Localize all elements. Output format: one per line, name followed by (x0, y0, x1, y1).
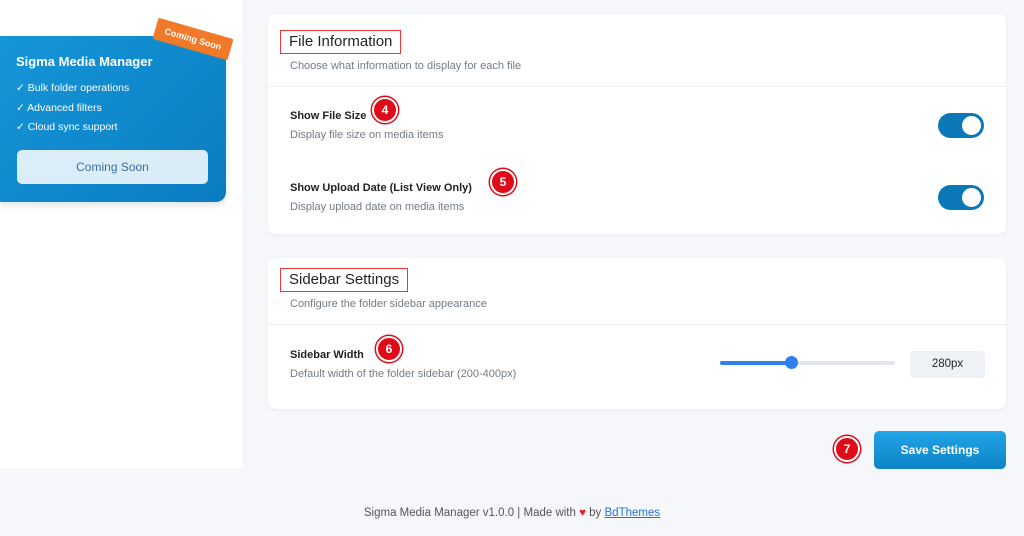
coming-soon-button[interactable]: Coming Soon (17, 150, 208, 184)
setting-sidebar-width: Sidebar Width Default width of the folde… (268, 325, 1006, 405)
promo-feature: ✓ Cloud sync support (16, 121, 118, 133)
promo-card: Sigma Media Manager ✓ Bulk folder operat… (0, 36, 226, 202)
card-description: Choose what information to display for e… (290, 60, 522, 72)
promo-feature: ✓ Advanced filters (16, 101, 102, 114)
save-settings-button[interactable]: Save Settings (874, 431, 1006, 469)
slider-fill (720, 361, 791, 365)
step-marker-5: 5 (490, 169, 516, 195)
show-upload-date-toggle[interactable] (938, 185, 984, 210)
step-marker-4: 4 (372, 97, 398, 123)
setting-description: Default width of the folder sidebar (200… (290, 368, 517, 380)
setting-description: Display file size on media items (290, 129, 444, 141)
card-title: File Information (280, 30, 402, 54)
file-information-card: File Information Choose what information… (268, 14, 1006, 234)
card-header: File Information Choose what information… (268, 14, 1006, 87)
card-title: Sidebar Settings (280, 268, 409, 292)
setting-description: Display upload date on media items (290, 201, 465, 213)
left-panel: Sigma Media Manager ✓ Bulk folder operat… (0, 0, 242, 468)
step-marker-6: 6 (376, 336, 402, 362)
sidebar-settings-card: Sidebar Settings Configure the folder si… (268, 258, 1006, 409)
setting-label: Show Upload Date (List View Only) (290, 182, 472, 194)
footer: Sigma Media Manager v1.0.0 | Made with ♥… (0, 507, 1024, 519)
promo-feature: ✓ Bulk folder operations (16, 82, 130, 94)
sidebar-width-slider[interactable] (720, 356, 895, 369)
heart-icon: ♥ (579, 507, 586, 519)
footer-by: by (589, 507, 602, 519)
slider-thumb[interactable] (785, 356, 798, 369)
setting-show-file-size: Show File Size Display file size on medi… (268, 87, 1006, 159)
bdthemes-link[interactable]: BdThemes (605, 507, 661, 519)
sidebar-width-value: 280px (910, 351, 985, 378)
promo-title: Sigma Media Manager (16, 54, 153, 69)
show-file-size-toggle[interactable] (938, 113, 984, 138)
setting-show-upload-date: Show Upload Date (List View Only) Displa… (268, 159, 1006, 231)
card-description: Configure the folder sidebar appearance (290, 298, 487, 310)
step-marker-7: 7 (834, 436, 860, 462)
card-header: Sidebar Settings Configure the folder si… (268, 258, 1006, 325)
footer-text: Sigma Media Manager v1.0.0 | Made with (363, 507, 576, 519)
